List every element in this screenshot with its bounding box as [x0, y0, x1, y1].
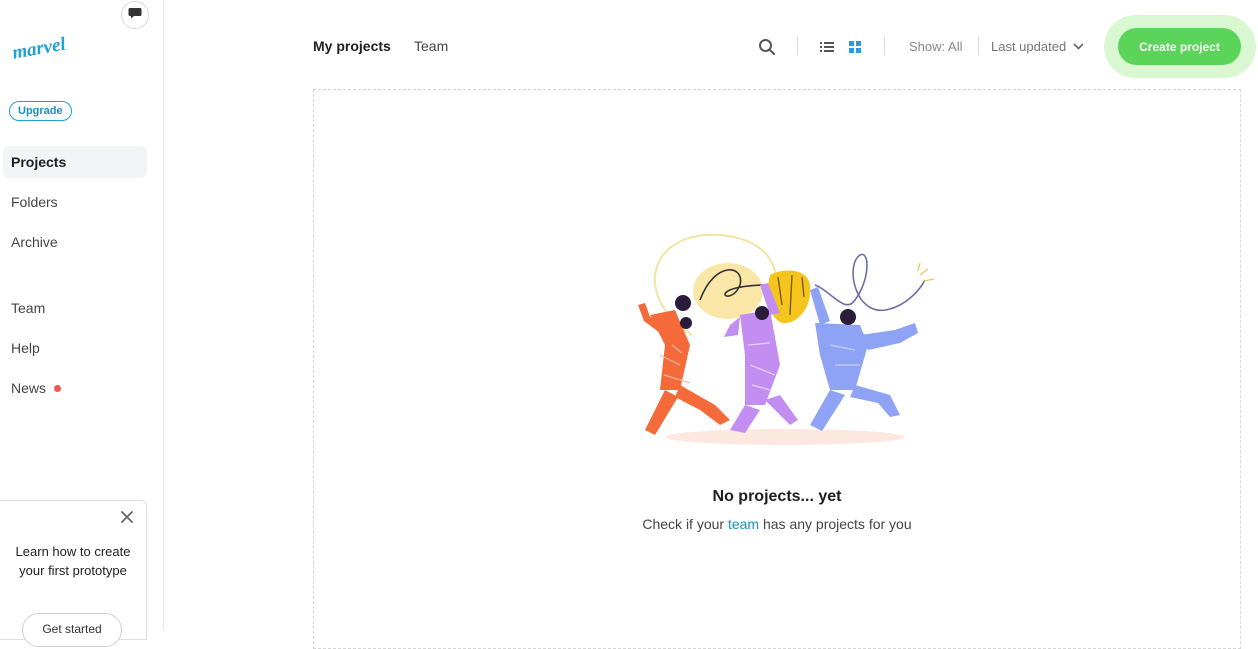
sidebar-item-news[interactable]: News	[3, 372, 147, 404]
grid-view-icon[interactable]	[847, 39, 863, 55]
list-view-icon[interactable]	[819, 39, 835, 55]
team-link[interactable]: team	[728, 516, 759, 532]
chevron-down-icon	[1073, 43, 1084, 50]
create-project-button[interactable]: Create project	[1118, 28, 1241, 65]
sidebar-item-label: Folders	[11, 194, 58, 210]
sidebar-item-label: Team	[11, 300, 46, 316]
sidebar-item-projects[interactable]: Projects	[3, 146, 147, 178]
sort-label: Last updated	[991, 39, 1067, 54]
sidebar-item-label: Help	[11, 340, 40, 356]
divider	[884, 37, 885, 55]
subtitle-text: has any projects for you	[759, 516, 912, 532]
upgrade-button[interactable]: Upgrade	[9, 101, 72, 121]
sidebar-item-label: Projects	[11, 154, 67, 170]
onboarding-tip-card: Learn how to create your first prototype…	[0, 500, 147, 647]
tab-team[interactable]: Team	[414, 38, 448, 54]
sidebar-item-help[interactable]: Help	[3, 332, 147, 364]
empty-state-illustration	[620, 225, 950, 460]
sidebar-item-label: Archive	[11, 234, 58, 250]
divider	[978, 37, 979, 55]
marvel-logo[interactable]: marvel	[10, 34, 70, 67]
empty-state-subtitle: Check if your team has any projects for …	[313, 516, 1241, 532]
news-notification-dot	[54, 384, 62, 392]
sort-dropdown[interactable]: Last updated	[991, 39, 1084, 54]
sidebar-item-label: News	[11, 380, 47, 396]
svg-text:marvel: marvel	[11, 34, 68, 62]
sidebar: marvel Upgrade Projects Folders Archive …	[0, 0, 164, 647]
sidebar-item-folders[interactable]: Folders	[3, 186, 147, 218]
get-started-button[interactable]: Get started	[22, 613, 122, 647]
chat-button[interactable]	[121, 1, 149, 29]
sidebar-item-archive[interactable]: Archive	[3, 226, 147, 258]
tip-text: Learn how to create your first prototype	[15, 544, 131, 578]
empty-state-title: No projects... yet	[712, 488, 842, 505]
search-icon[interactable]	[757, 37, 777, 57]
close-icon[interactable]	[120, 510, 134, 524]
divider	[797, 37, 798, 55]
chat-bubble-icon	[128, 6, 142, 24]
show-filter-dropdown[interactable]: Show: All	[909, 39, 962, 54]
sidebar-item-team[interactable]: Team	[3, 292, 147, 324]
tab-my-projects[interactable]: My projects	[313, 38, 391, 54]
subtitle-text: Check if your	[642, 516, 728, 532]
